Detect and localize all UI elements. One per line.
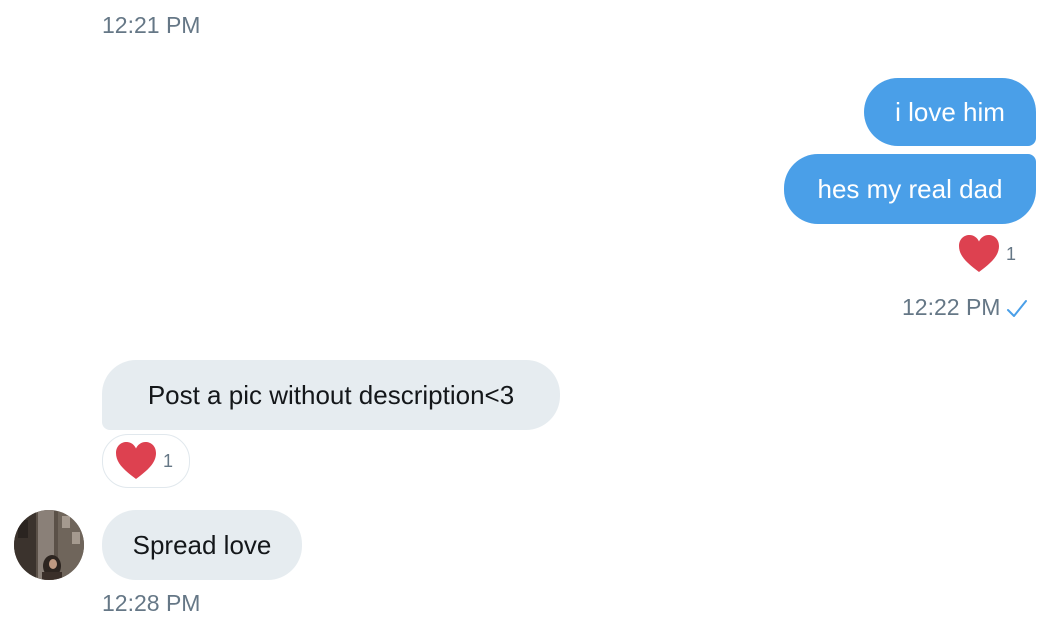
heart-icon (116, 442, 156, 479)
reaction-received[interactable]: 1 (102, 434, 190, 488)
reaction-count: 1 (1006, 244, 1017, 264)
heart-icon (959, 235, 999, 272)
dm-conversation: 12:21 PM i love him hes my real dad 1 12… (0, 0, 1052, 638)
reaction-count: 1 (163, 451, 174, 471)
message-bubble-sent[interactable]: hes my real dad (784, 154, 1036, 224)
timestamp-sent-row: 12:22 PM (902, 293, 1028, 321)
read-check-icon (1007, 299, 1028, 317)
timestamp-bottom: 12:28 PM (102, 590, 201, 616)
message-bubble-received[interactable]: Post a pic without description<3 (102, 360, 560, 430)
message-bubble-sent[interactable]: i love him (864, 78, 1036, 146)
avatar[interactable] (14, 510, 84, 580)
message-bubble-received[interactable]: Spread love (102, 510, 302, 580)
reaction-sent[interactable]: 1 (958, 234, 1016, 274)
timestamp-top: 12:21 PM (102, 12, 201, 38)
avatar-photo (14, 510, 84, 580)
timestamp-sent: 12:22 PM (902, 294, 1001, 320)
